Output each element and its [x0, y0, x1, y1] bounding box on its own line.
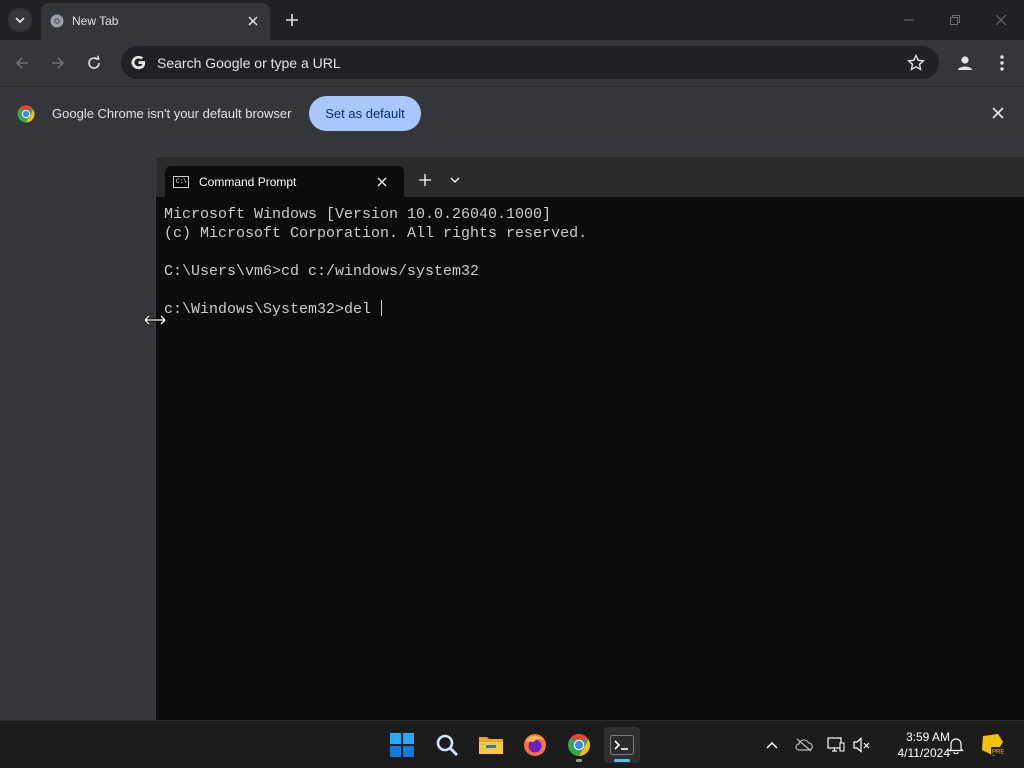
profile-button[interactable] [951, 49, 979, 77]
notifications-button[interactable] [946, 735, 966, 755]
plus-icon [286, 14, 298, 26]
bookmark-star-icon[interactable] [907, 54, 925, 72]
terminal-current-input: c:\Windows\System32>del [164, 301, 381, 318]
browser-tab-title: New Tab [72, 14, 119, 28]
network-button[interactable] [826, 735, 846, 755]
chrome-favicon-icon [50, 14, 64, 28]
close-tab-button[interactable] [244, 12, 262, 30]
close-window-button[interactable] [986, 6, 1016, 34]
start-button[interactable] [384, 727, 420, 763]
terminal-line: (c) Microsoft Corporation. All rights re… [164, 225, 588, 242]
restore-button[interactable] [940, 6, 970, 34]
windows-insider-button[interactable]: PRE [980, 732, 1006, 758]
forward-button[interactable] [44, 49, 72, 77]
reload-icon [88, 55, 100, 69]
tab-search-button[interactable] [8, 8, 32, 32]
close-icon [996, 15, 1006, 25]
terminal-titlebar[interactable]: C:\ Command Prompt [156, 157, 1024, 197]
terminal-output[interactable]: Microsoft Windows [Version 10.0.26040.10… [164, 205, 587, 319]
clock-time: 3:59 AM [905, 730, 950, 744]
back-button[interactable] [8, 49, 36, 77]
omnibox[interactable]: Search Google or type a URL [121, 46, 939, 79]
new-terminal-tab-plus-icon[interactable] [416, 171, 434, 189]
minimize-icon [904, 19, 914, 21]
bell-icon [948, 738, 964, 754]
firefox-button[interactable] [517, 727, 553, 763]
taskbar: 3:59 AM 4/11/2024 PRE [0, 720, 1024, 768]
svg-text:PRE: PRE [992, 750, 1004, 756]
chrome-taskbar-button[interactable] [561, 727, 597, 763]
running-indicator [576, 759, 582, 762]
terminal-tab-title: Command Prompt [199, 175, 297, 189]
infobar-message: Google Chrome isn't your default browser [52, 106, 292, 121]
browser-tabstrip: New Tab [0, 0, 1024, 40]
terminal-line: C:\Users\vm6>cd c:/windows/system32 [164, 263, 480, 280]
active-indicator [614, 759, 630, 762]
taskbar-search-button[interactable] [429, 727, 465, 763]
windows-logo-icon [390, 733, 414, 757]
terminal-window: C:\ Command Prompt Microsoft Windows [Ve… [155, 156, 1024, 720]
speaker-muted-icon [853, 737, 870, 753]
terminal-taskbar-button[interactable] [604, 727, 640, 763]
cloud-offline-icon [795, 738, 813, 752]
set-as-default-button[interactable]: Set as default [309, 96, 421, 131]
close-icon[interactable] [374, 174, 390, 190]
insider-pre-badge-icon: PRE [982, 734, 1004, 756]
terminal-tab-command-prompt[interactable]: C:\ Command Prompt [165, 166, 404, 197]
onedrive-button[interactable] [794, 735, 814, 755]
new-tab-button[interactable] [280, 8, 304, 32]
folder-icon [479, 737, 503, 754]
chevron-up-icon [766, 741, 778, 749]
cmd-icon: C:\ [173, 176, 189, 188]
firefox-icon [524, 734, 546, 756]
terminal-line: Microsoft Windows [Version 10.0.26040.10… [164, 206, 552, 223]
reload-button[interactable] [80, 49, 108, 77]
minimize-button[interactable] [894, 6, 924, 34]
omnibox-placeholder: Search Google or type a URL [157, 55, 341, 71]
close-infobar-icon[interactable] [990, 105, 1006, 121]
more-vertical-icon [1000, 55, 1004, 71]
menu-button[interactable] [988, 49, 1016, 77]
google-g-icon [131, 55, 146, 70]
restore-icon [950, 15, 960, 25]
terminal-dropdown-chevron-icon[interactable] [448, 173, 462, 187]
forward-arrow-icon [52, 57, 65, 69]
browser-tab-new-tab[interactable]: New Tab [41, 3, 270, 40]
terminal-prompt-line: c:\Windows\System32>del [164, 300, 587, 319]
chrome-icon [568, 734, 590, 756]
terminal-icon [610, 735, 634, 755]
volume-button[interactable] [852, 735, 872, 755]
text-cursor [381, 300, 383, 316]
browser-toolbar: Search Google or type a URL [0, 40, 1024, 86]
default-browser-infobar: Google Chrome isn't your default browser… [0, 86, 1024, 140]
file-explorer-button[interactable] [473, 727, 509, 763]
taskbar-clock[interactable]: 3:59 AM 4/11/2024 [876, 729, 951, 761]
show-hidden-icons-button[interactable] [762, 735, 782, 755]
close-icon [248, 16, 258, 26]
search-icon [436, 734, 459, 757]
chrome-logo-icon [17, 105, 35, 123]
profile-icon [958, 56, 972, 70]
clock-date: 4/11/2024 [897, 746, 951, 760]
chevron-down-icon [15, 17, 25, 24]
horizontal-resize-cursor-icon [144, 314, 166, 326]
back-arrow-icon [15, 57, 28, 69]
network-icon [827, 737, 845, 752]
